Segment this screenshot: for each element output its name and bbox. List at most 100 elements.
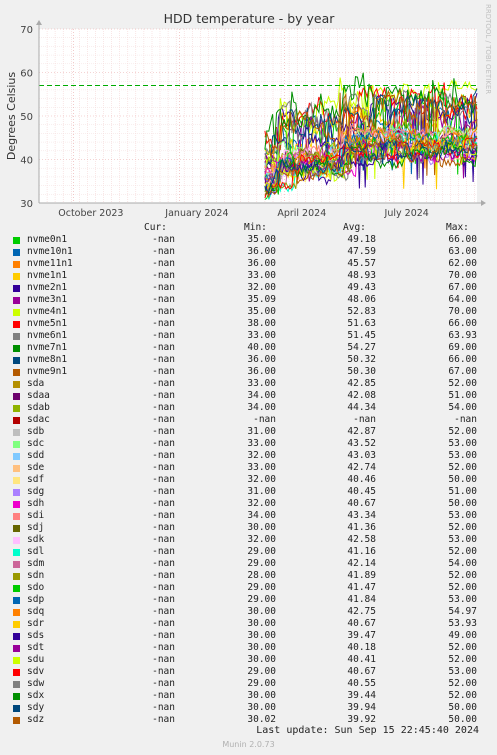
legend-cur-value: -nan bbox=[152, 294, 175, 305]
legend-max-value: 54.97 bbox=[448, 606, 477, 617]
legend-series-name: sdm bbox=[27, 558, 45, 569]
x-tick-label: April 2024 bbox=[277, 208, 326, 219]
legend-avg-value: 47.59 bbox=[347, 246, 376, 257]
legend-series-name: sda bbox=[27, 378, 45, 389]
legend-series-name: sdr bbox=[27, 618, 45, 629]
legend-series-name: sdaa bbox=[27, 390, 50, 401]
legend-series-name: sdg bbox=[27, 486, 45, 497]
legend-row: sdd -nan 32.00 43.03 53.00 bbox=[0, 450, 497, 462]
legend-max-value: 54.00 bbox=[448, 558, 477, 569]
legend-avg-value: 52.83 bbox=[347, 306, 376, 317]
legend-max-value: 64.00 bbox=[448, 294, 477, 305]
legend-avg-value: 39.47 bbox=[347, 630, 376, 641]
legend-swatch bbox=[13, 321, 20, 328]
legend-row: nvme3n1 -nan 35.09 48.06 64.00 bbox=[0, 294, 497, 306]
legend-series-name: nvme7n1 bbox=[27, 342, 68, 353]
legend-series-name: sdac bbox=[27, 414, 50, 425]
legend-avg-value: 48.93 bbox=[347, 270, 376, 281]
legend-row: sdaa -nan 34.00 42.08 51.00 bbox=[0, 390, 497, 402]
legend-cur-value: -nan bbox=[152, 678, 175, 689]
legend-row: nvme4n1 -nan 35.00 52.83 70.00 bbox=[0, 306, 497, 318]
legend-avg-value: 51.45 bbox=[347, 330, 376, 341]
legend-row: nvme9n1 -nan 36.00 50.30 67.00 bbox=[0, 366, 497, 378]
legend-row: nvme2n1 -nan 32.00 49.43 67.00 bbox=[0, 282, 497, 294]
y-tick-label: 60 bbox=[20, 69, 33, 80]
legend-cur-value: -nan bbox=[152, 630, 175, 641]
legend-max-value: 70.00 bbox=[448, 270, 477, 281]
legend-swatch bbox=[13, 429, 20, 436]
legend-series-name: sdo bbox=[27, 582, 45, 593]
legend-series-name: sdz bbox=[27, 714, 45, 725]
legend-swatch bbox=[13, 417, 20, 424]
legend-max-value: 50.00 bbox=[448, 702, 477, 713]
legend-avg-value: 42.85 bbox=[347, 378, 376, 389]
legend-series-name: nvme0n1 bbox=[27, 234, 68, 245]
legend-series-name: sdx bbox=[27, 690, 45, 701]
legend-min-value: 32.00 bbox=[247, 498, 276, 509]
temperature-chart: 30 40 50 60 70 October 2023 January 2024 April … bbox=[5, 4, 492, 219]
legend-series-name: sdu bbox=[27, 654, 45, 665]
legend-avg-value: 41.36 bbox=[347, 522, 376, 533]
legend-avg-value: 42.75 bbox=[347, 606, 376, 617]
legend-swatch bbox=[13, 549, 20, 556]
legend-avg-value: 42.14 bbox=[347, 558, 376, 569]
legend-swatch bbox=[13, 681, 20, 688]
legend-max-value: 66.00 bbox=[448, 354, 477, 365]
munin-version: Munin 2.0.73 bbox=[222, 740, 275, 749]
legend-avg-value: 41.89 bbox=[347, 570, 376, 581]
legend-min-value: 33.00 bbox=[247, 378, 276, 389]
legend-max-value: 52.00 bbox=[448, 522, 477, 533]
legend-swatch bbox=[13, 633, 20, 640]
legend-max-value: 53.00 bbox=[448, 666, 477, 677]
legend-cur-value: -nan bbox=[152, 246, 175, 257]
legend-min-value: 33.00 bbox=[247, 462, 276, 473]
legend-avg-value: 49.43 bbox=[347, 282, 376, 293]
x-tick-label: October 2023 bbox=[58, 208, 123, 219]
legend-swatch bbox=[13, 453, 20, 460]
legend-avg-value: 43.03 bbox=[347, 450, 376, 461]
legend-max-value: 63.93 bbox=[448, 330, 477, 341]
legend-cur-value: -nan bbox=[152, 570, 175, 581]
legend-min-value: 30.00 bbox=[247, 642, 276, 653]
legend-row: sdt -nan 30.00 40.18 52.00 bbox=[0, 642, 497, 654]
y-axis-label: Degrees Celsius bbox=[5, 72, 18, 161]
legend-avg-value: 54.27 bbox=[347, 342, 376, 353]
legend-cur-value: -nan bbox=[152, 486, 175, 497]
legend-min-value: 29.00 bbox=[247, 558, 276, 569]
legend-series-name: sds bbox=[27, 630, 45, 641]
legend-swatch bbox=[13, 561, 20, 568]
legend-swatch bbox=[13, 585, 20, 592]
legend-cur-value: -nan bbox=[152, 474, 175, 485]
legend-cur-value: -nan bbox=[152, 438, 175, 449]
legend-cur-value: -nan bbox=[152, 378, 175, 389]
legend-swatch bbox=[13, 501, 20, 508]
legend-cur-value: -nan bbox=[152, 498, 175, 509]
legend-row: sdb -nan 31.00 42.87 52.00 bbox=[0, 426, 497, 438]
y-tick-label: 30 bbox=[20, 199, 33, 210]
legend-max-value: 67.00 bbox=[448, 282, 477, 293]
legend-swatch bbox=[13, 441, 20, 448]
header-avg: Avg: bbox=[343, 222, 366, 233]
legend-avg-value: 45.57 bbox=[347, 258, 376, 269]
legend-swatch bbox=[13, 513, 20, 520]
legend-swatch bbox=[13, 237, 20, 244]
legend-min-value: 40.00 bbox=[247, 342, 276, 353]
legend-cur-value: -nan bbox=[152, 690, 175, 701]
legend-cur-value: -nan bbox=[152, 702, 175, 713]
legend-min-value: 30.00 bbox=[247, 654, 276, 665]
legend-row: sdab -nan 34.00 44.34 54.00 bbox=[0, 402, 497, 414]
legend-avg-value: 49.18 bbox=[347, 234, 376, 245]
legend-swatch bbox=[13, 525, 20, 532]
legend-swatch bbox=[13, 645, 20, 652]
legend-min-value: 32.00 bbox=[247, 450, 276, 461]
legend-avg-value: 43.34 bbox=[347, 510, 376, 521]
legend-cur-value: -nan bbox=[152, 522, 175, 533]
legend-swatch bbox=[13, 657, 20, 664]
legend-series-name: nvme6n1 bbox=[27, 330, 68, 341]
legend-cur-value: -nan bbox=[152, 414, 175, 425]
legend-table: nvme0n1 -nan 35.00 49.18 66.00 nvme10n1 -nan 36… bbox=[0, 234, 497, 726]
legend-max-value: 50.00 bbox=[448, 474, 477, 485]
legend-series-name: nvme10n1 bbox=[27, 246, 73, 257]
legend-avg-value: -nan bbox=[353, 414, 376, 425]
legend-series-name: sdk bbox=[27, 534, 45, 545]
